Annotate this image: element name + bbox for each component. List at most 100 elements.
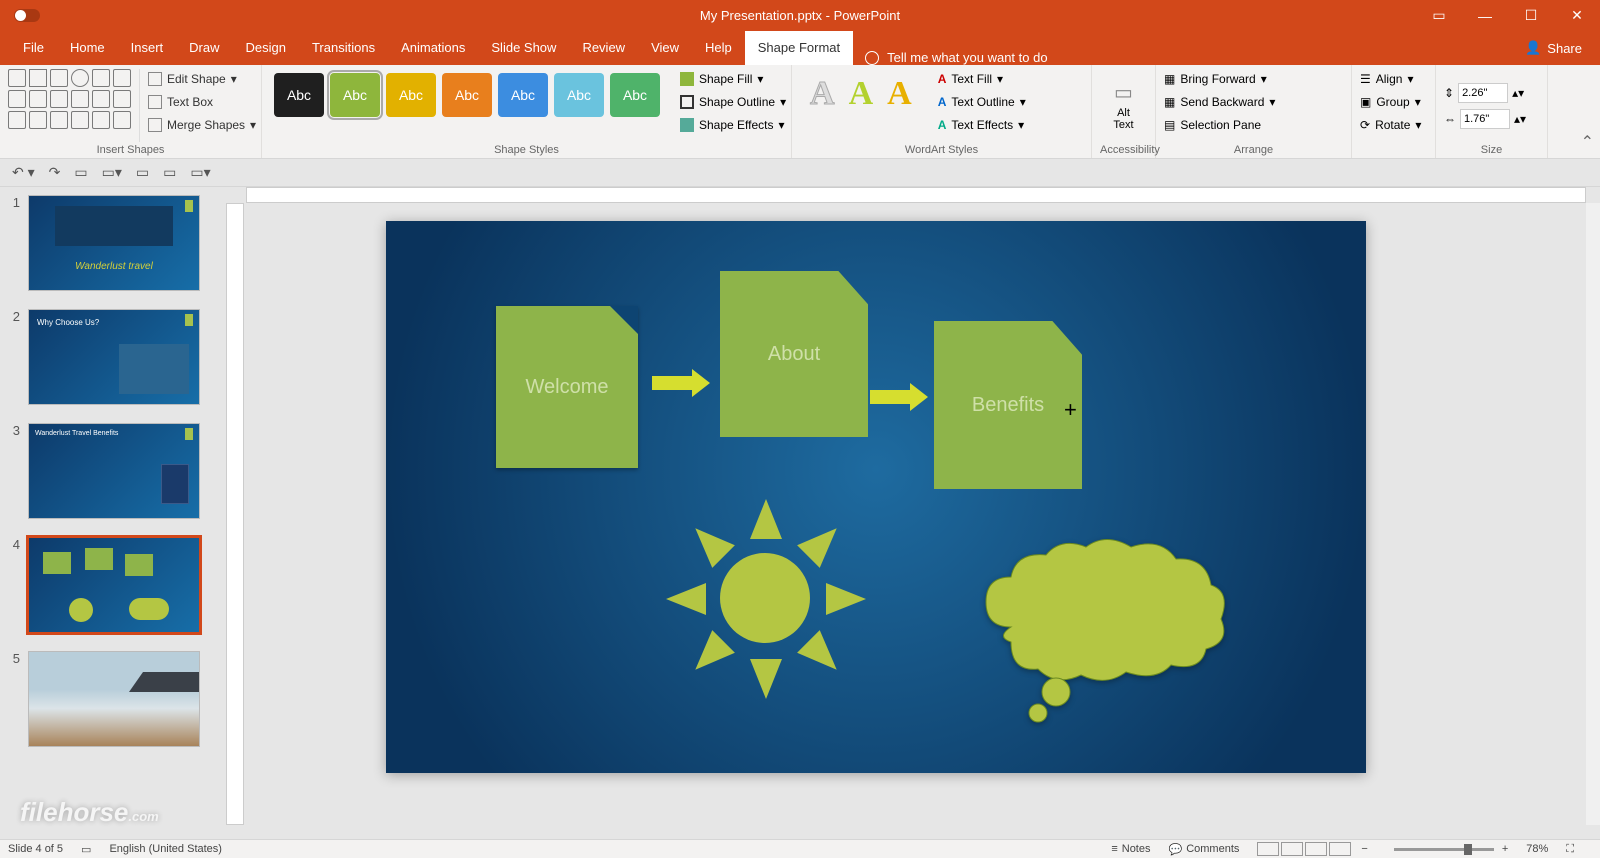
status-bar: Slide 4 of 5 ▭ English (United States) ≡… — [0, 839, 1600, 858]
alt-text-button[interactable]: ▭ Alt Text — [1100, 69, 1147, 142]
tab-view[interactable]: View — [638, 31, 692, 65]
thumb-slide-3[interactable]: Wanderlust Travel Benefits — [28, 423, 200, 519]
text-effects-button[interactable]: AText Effects▾ — [938, 115, 1026, 135]
vertical-scrollbar[interactable] — [1586, 203, 1600, 825]
shape-fill-button[interactable]: Shape Fill▾ — [680, 69, 786, 89]
shape-sun[interactable] — [668, 501, 862, 695]
close-button[interactable]: ✕ — [1554, 0, 1600, 31]
shape-arrow[interactable] — [652, 369, 710, 397]
style-preset[interactable]: Abc — [554, 73, 604, 117]
send-backward-button[interactable]: ▦Send Backward▾ — [1164, 92, 1275, 112]
wordart-preset[interactable]: A — [887, 75, 912, 136]
shape-benefits[interactable]: Benefits + — [934, 321, 1082, 489]
status-slide[interactable]: Slide 4 of 5 — [8, 843, 63, 855]
wordart-preset[interactable]: A — [849, 75, 874, 136]
qat-button[interactable]: ▭ — [136, 164, 149, 181]
ribbon-display-options-icon[interactable]: ▭ — [1416, 0, 1462, 31]
group-label-size: Size — [1444, 142, 1539, 156]
start-from-beginning-button[interactable]: ▭ — [74, 164, 87, 181]
group-button[interactable]: ▣Group▾ — [1360, 92, 1421, 112]
tab-shape-format[interactable]: Shape Format — [745, 31, 853, 65]
tab-animations[interactable]: Animations — [388, 31, 478, 65]
shape-styles-gallery[interactable]: Abc Abc Abc Abc Abc Abc Abc — [270, 69, 664, 142]
shape-thought-cloud[interactable] — [966, 537, 1236, 732]
thumb-slide-4[interactable] — [28, 537, 200, 633]
zoom-level[interactable]: 78% — [1526, 843, 1548, 855]
share-button[interactable]: 👤 Share — [1525, 31, 1582, 65]
shape-arrow[interactable] — [870, 383, 928, 411]
zoom-out-button[interactable]: − — [1361, 843, 1367, 855]
tab-help[interactable]: Help — [692, 31, 745, 65]
text-box-button[interactable]: Text Box — [148, 92, 256, 112]
undo-button[interactable]: ↶ ▾ — [12, 164, 35, 181]
height-input[interactable] — [1458, 83, 1508, 103]
comments-button[interactable]: 💬 Comments — [1169, 843, 1240, 856]
merge-shapes-button[interactable]: Merge Shapes▾ — [148, 115, 256, 135]
rotate-icon: ⟳ — [1360, 118, 1370, 132]
spinner-icon[interactable]: ▴▾ — [1514, 112, 1526, 126]
shape-effects-button[interactable]: Shape Effects▾ — [680, 115, 786, 135]
width-input[interactable] — [1460, 109, 1510, 129]
qat-button[interactable]: ▭ — [163, 164, 176, 181]
zoom-in-button[interactable]: + — [1502, 843, 1508, 855]
tab-design[interactable]: Design — [233, 31, 299, 65]
shape-outline-button[interactable]: Shape Outline▾ — [680, 92, 786, 112]
group-label-shape-styles: Shape Styles — [270, 142, 783, 156]
tellme-search[interactable]: Tell me what you want to do — [865, 50, 1047, 65]
shape-welcome[interactable]: Welcome .page.fold:nth-of-type(1)::befor… — [496, 306, 638, 468]
view-mode-buttons[interactable] — [1257, 842, 1351, 856]
style-preset[interactable]: Abc — [274, 73, 324, 117]
selection-pane-button[interactable]: ▤Selection Pane — [1164, 115, 1275, 135]
style-preset[interactable]: Abc — [386, 73, 436, 117]
group-label-insert-shapes: Insert Shapes — [8, 142, 253, 156]
title-bar: My Presentation.pptx - PowerPoint ▭ — ☐ … — [0, 0, 1600, 31]
send-backward-icon: ▦ — [1164, 95, 1175, 109]
text-outline-button[interactable]: AText Outline▾ — [938, 92, 1026, 112]
style-preset[interactable]: Abc — [610, 73, 660, 117]
slide-canvas-area: Welcome .page.fold:nth-of-type(1)::befor… — [226, 187, 1600, 839]
zoom-slider[interactable] — [1394, 848, 1494, 851]
align-button[interactable]: ☰Align▾ — [1360, 69, 1421, 89]
tab-draw[interactable]: Draw — [176, 31, 232, 65]
spinner-icon[interactable]: ▴▾ — [1512, 86, 1524, 100]
tab-insert[interactable]: Insert — [118, 31, 177, 65]
shapes-gallery[interactable] — [8, 69, 131, 142]
tab-slideshow[interactable]: Slide Show — [478, 31, 569, 65]
thumb-slide-1[interactable]: Wanderlust travel — [28, 195, 200, 291]
text-fill-button[interactable]: AText Fill▾ — [938, 69, 1026, 89]
redo-button[interactable]: ↷ — [49, 164, 61, 181]
status-language[interactable]: English (United States) — [109, 843, 222, 855]
merge-shapes-icon — [148, 118, 162, 132]
style-preset[interactable]: Abc — [330, 73, 380, 117]
group-icon: ▣ — [1360, 95, 1371, 109]
accessibility-check-icon[interactable]: ▭ — [81, 843, 91, 856]
tab-home[interactable]: Home — [57, 31, 118, 65]
maximize-button[interactable]: ☐ — [1508, 0, 1554, 31]
notes-button[interactable]: ≡ Notes — [1111, 843, 1150, 855]
style-preset[interactable]: Abc — [498, 73, 548, 117]
thumb-slide-2[interactable]: Why Choose Us? — [28, 309, 200, 405]
qat-button[interactable]: ▭▾ — [190, 164, 210, 181]
text-fill-icon: A — [938, 72, 947, 86]
qat-button[interactable]: ▭▾ — [102, 164, 122, 181]
minimize-button[interactable]: — — [1462, 0, 1508, 31]
fit-to-window-button[interactable]: ⛶ — [1566, 843, 1574, 856]
shape-about[interactable]: About — [720, 271, 868, 437]
autosave-toggle[interactable] — [14, 9, 40, 22]
quick-access-toolbar: ↶ ▾ ↷ ▭ ▭▾ ▭ ▭ ▭▾ — [0, 159, 1600, 187]
edit-shape-button[interactable]: Edit Shape▾ — [148, 69, 256, 89]
tab-review[interactable]: Review — [569, 31, 638, 65]
wordart-gallery[interactable]: A A A — [800, 69, 922, 142]
bring-forward-icon: ▦ — [1164, 72, 1175, 86]
tab-file[interactable]: File — [10, 31, 57, 65]
rotate-button[interactable]: ⟳Rotate▾ — [1360, 115, 1421, 135]
slide-canvas[interactable]: Welcome .page.fold:nth-of-type(1)::befor… — [386, 221, 1366, 773]
tab-transitions[interactable]: Transitions — [299, 31, 388, 65]
collapse-ribbon-icon[interactable]: ⌃ — [1581, 132, 1594, 152]
thumb-slide-5[interactable] — [28, 651, 200, 747]
horizontal-ruler — [246, 187, 1586, 203]
group-label-arrange: Arrange — [1164, 142, 1343, 156]
bring-forward-button[interactable]: ▦Bring Forward▾ — [1164, 69, 1275, 89]
style-preset[interactable]: Abc — [442, 73, 492, 117]
wordart-preset[interactable]: A — [810, 75, 835, 136]
